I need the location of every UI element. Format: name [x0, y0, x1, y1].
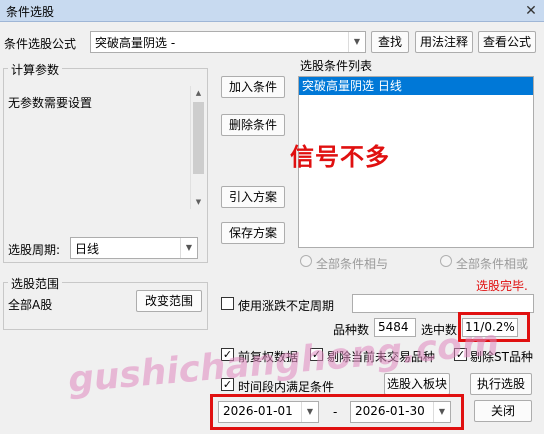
save-plan-button[interactable]: 保存方案 — [221, 222, 285, 244]
change-range-button[interactable]: 改变范围 — [136, 290, 202, 312]
and-radio[interactable] — [300, 255, 312, 267]
variable-period-checkbox[interactable] — [221, 297, 234, 310]
params-group-title: 计算参数 — [8, 61, 63, 78]
view-formula-button[interactable]: 查看公式 — [478, 31, 536, 53]
and-label: 全部条件相与 — [316, 257, 389, 271]
or-radio[interactable] — [440, 255, 452, 267]
conditions-title: 选股条件列表 — [300, 59, 373, 73]
period-label: 选股周期: — [8, 243, 61, 257]
close-icon[interactable]: ✕ — [522, 2, 540, 20]
scroll-thumb[interactable] — [193, 102, 204, 174]
scroll-down-icon[interactable]: ▼ — [191, 195, 206, 209]
variable-period-input[interactable] — [352, 294, 534, 313]
add-to-block-button[interactable]: 选股入板块 — [384, 373, 450, 395]
scroll-up-icon[interactable]: ▲ — [191, 86, 206, 100]
formula-label: 条件选股公式 — [4, 37, 77, 51]
close-button[interactable]: 关闭 — [474, 400, 532, 422]
period-value: 日线 — [75, 242, 100, 256]
range-group-title: 选股范围 — [8, 275, 63, 292]
variable-period-label: 使用涨跌不定周期 — [238, 299, 335, 313]
usage-button[interactable]: 用法注释 — [415, 31, 473, 53]
chevron-down-icon[interactable]: ▼ — [348, 32, 365, 52]
status-text: 选股完毕. — [476, 279, 528, 293]
title-bar — [0, 0, 544, 22]
period-combo[interactable]: 日线 ▼ — [70, 237, 198, 259]
range-value: 全部A股 — [8, 298, 53, 312]
formula-combo[interactable]: 突破高量阴选 - ▼ — [90, 31, 366, 53]
overlay-annotation: 信号不多 — [290, 143, 390, 171]
execute-button[interactable]: 执行选股 — [470, 373, 532, 395]
params-scrollbar[interactable]: ▲ ▼ — [190, 86, 205, 209]
chevron-down-icon[interactable]: ▼ — [180, 238, 197, 258]
date-highlight-box — [210, 394, 464, 430]
list-item[interactable]: 突破高量阴选 日线 — [299, 77, 533, 95]
formula-value: 突破高量阴选 - — [95, 36, 176, 50]
or-label: 全部条件相或 — [456, 257, 529, 271]
add-condition-button[interactable]: 加入条件 — [221, 76, 285, 98]
window-title: 条件选股 — [6, 5, 55, 19]
find-button[interactable]: 查找 — [371, 31, 409, 53]
import-plan-button[interactable]: 引入方案 — [221, 186, 285, 208]
params-text: 无参数需要设置 — [8, 96, 93, 110]
delete-condition-button[interactable]: 删除条件 — [221, 114, 285, 136]
